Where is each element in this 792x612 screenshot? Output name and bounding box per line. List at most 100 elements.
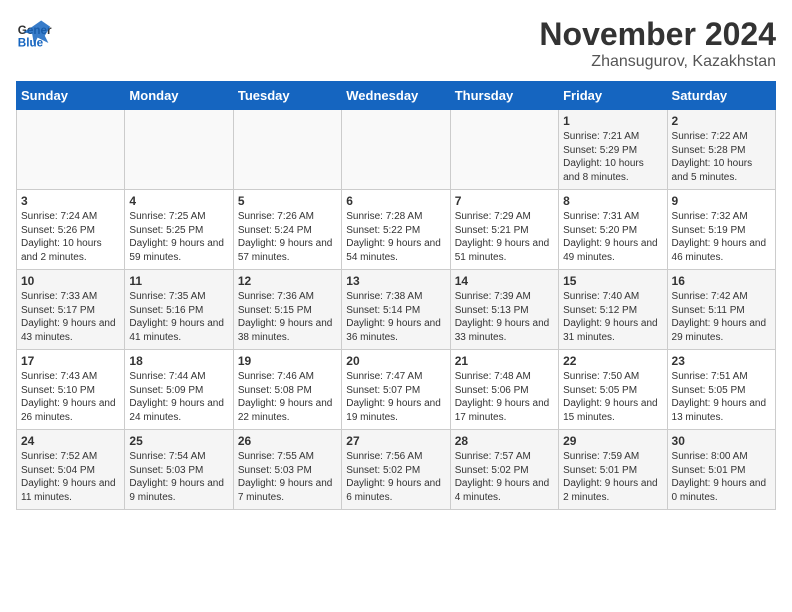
day-number: 7 bbox=[455, 194, 554, 208]
calendar-cell: 27 Sunrise: 7:56 AM Sunset: 5:02 PM Dayli… bbox=[342, 430, 450, 510]
day-number: 13 bbox=[346, 274, 445, 288]
calendar-cell: 20 Sunrise: 7:47 AM Sunset: 5:07 PM Dayli… bbox=[342, 350, 450, 430]
header-sunday: Sunday bbox=[17, 82, 125, 110]
calendar-cell: 5 Sunrise: 7:26 AM Sunset: 5:24 PM Daylig… bbox=[233, 190, 341, 270]
calendar-cell: 8Sunrise: 7:31 AM Sunset: 5:20 PM Daylig… bbox=[559, 190, 667, 270]
day-info: Sunrise: 7:24 AM Sunset: 5:26 PM Dayligh… bbox=[21, 210, 120, 264]
day-number: 23 bbox=[672, 354, 771, 368]
day-number: 2 bbox=[672, 114, 771, 128]
calendar-cell: 16 Sunrise: 7:42 AM Sunset: 5:11 PM Dayli… bbox=[667, 270, 775, 350]
calendar-cell bbox=[233, 110, 341, 190]
day-number: 9 bbox=[672, 194, 771, 208]
calendar-cell: 19 Sunrise: 7:46 AM Sunset: 5:08 PM Dayli… bbox=[233, 350, 341, 430]
calendar-cell: 29 Sunrise: 7:59 AM Sunset: 5:01 PM Dayli… bbox=[559, 430, 667, 510]
day-number: 28 bbox=[455, 434, 554, 448]
calendar-table: SundayMondayTuesdayWednesdayThursdayFrid… bbox=[16, 81, 776, 510]
day-info: Sunrise: 7:39 AM Sunset: 5:13 PM Dayligh… bbox=[455, 290, 554, 344]
calendar-cell bbox=[125, 110, 233, 190]
calendar-cell bbox=[17, 110, 125, 190]
day-number: 21 bbox=[455, 354, 554, 368]
calendar-cell bbox=[450, 110, 558, 190]
calendar-cell: 10 Sunrise: 7:33 AM Sunset: 5:17 PM Dayli… bbox=[17, 270, 125, 350]
calendar-cell: 22 Sunrise: 7:50 AM Sunset: 5:05 PM Dayli… bbox=[559, 350, 667, 430]
day-info: Sunrise: 7:59 AM Sunset: 5:01 PM Dayligh… bbox=[563, 450, 662, 504]
day-number: 6 bbox=[346, 194, 445, 208]
day-number: 1 bbox=[563, 114, 662, 128]
day-number: 24 bbox=[21, 434, 120, 448]
day-info: Sunrise: 7:26 AM Sunset: 5:24 PM Dayligh… bbox=[238, 210, 337, 264]
day-info: Sunrise: 7:44 AM Sunset: 5:09 PM Dayligh… bbox=[129, 370, 228, 424]
day-info: Sunrise: 7:47 AM Sunset: 5:07 PM Dayligh… bbox=[346, 370, 445, 424]
day-number: 12 bbox=[238, 274, 337, 288]
calendar-cell: 6Sunrise: 7:28 AM Sunset: 5:22 PM Daylig… bbox=[342, 190, 450, 270]
header-saturday: Saturday bbox=[667, 82, 775, 110]
calendar-cell: 11 Sunrise: 7:35 AM Sunset: 5:16 PM Dayli… bbox=[125, 270, 233, 350]
day-info: Sunrise: 7:54 AM Sunset: 5:03 PM Dayligh… bbox=[129, 450, 228, 504]
calendar-week-2: 10 Sunrise: 7:33 AM Sunset: 5:17 PM Dayli… bbox=[17, 270, 776, 350]
day-info: Sunrise: 7:32 AM Sunset: 5:19 PM Dayligh… bbox=[672, 210, 771, 264]
day-number: 5 bbox=[238, 194, 337, 208]
header-friday: Friday bbox=[559, 82, 667, 110]
day-info: Sunrise: 7:43 AM Sunset: 5:10 PM Dayligh… bbox=[21, 370, 120, 424]
day-info: Sunrise: 7:56 AM Sunset: 5:02 PM Dayligh… bbox=[346, 450, 445, 504]
header-wednesday: Wednesday bbox=[342, 82, 450, 110]
day-number: 29 bbox=[563, 434, 662, 448]
day-info: Sunrise: 7:55 AM Sunset: 5:03 PM Dayligh… bbox=[238, 450, 337, 504]
day-info: Sunrise: 7:36 AM Sunset: 5:15 PM Dayligh… bbox=[238, 290, 337, 344]
day-info: Sunrise: 7:21 AM Sunset: 5:29 PM Dayligh… bbox=[563, 130, 662, 184]
day-number: 22 bbox=[563, 354, 662, 368]
calendar-header-row: SundayMondayTuesdayWednesdayThursdayFrid… bbox=[17, 82, 776, 110]
calendar-cell: 12 Sunrise: 7:36 AM Sunset: 5:15 PM Dayli… bbox=[233, 270, 341, 350]
calendar-cell: 3Sunrise: 7:24 AM Sunset: 5:26 PM Daylig… bbox=[17, 190, 125, 270]
location-title: Zhansugurov, Kazakhstan bbox=[539, 53, 776, 71]
calendar-cell: 4Sunrise: 7:25 AM Sunset: 5:25 PM Daylig… bbox=[125, 190, 233, 270]
calendar-cell: 15Sunrise: 7:40 AM Sunset: 5:12 PM Dayli… bbox=[559, 270, 667, 350]
day-number: 18 bbox=[129, 354, 228, 368]
day-number: 20 bbox=[346, 354, 445, 368]
calendar-cell: 21 Sunrise: 7:48 AM Sunset: 5:06 PM Dayli… bbox=[450, 350, 558, 430]
day-info: Sunrise: 7:48 AM Sunset: 5:06 PM Dayligh… bbox=[455, 370, 554, 424]
calendar-week-3: 17 Sunrise: 7:43 AM Sunset: 5:10 PM Dayli… bbox=[17, 350, 776, 430]
header-tuesday: Tuesday bbox=[233, 82, 341, 110]
day-number: 19 bbox=[238, 354, 337, 368]
day-number: 16 bbox=[672, 274, 771, 288]
calendar-cell: 23 Sunrise: 7:51 AM Sunset: 5:05 PM Dayli… bbox=[667, 350, 775, 430]
day-number: 11 bbox=[129, 274, 228, 288]
day-info: Sunrise: 7:46 AM Sunset: 5:08 PM Dayligh… bbox=[238, 370, 337, 424]
day-info: Sunrise: 7:33 AM Sunset: 5:17 PM Dayligh… bbox=[21, 290, 120, 344]
calendar-cell: 30Sunrise: 8:00 AM Sunset: 5:01 PM Dayli… bbox=[667, 430, 775, 510]
day-info: Sunrise: 7:22 AM Sunset: 5:28 PM Dayligh… bbox=[672, 130, 771, 184]
calendar-cell: 13Sunrise: 7:38 AM Sunset: 5:14 PM Dayli… bbox=[342, 270, 450, 350]
day-info: Sunrise: 7:51 AM Sunset: 5:05 PM Dayligh… bbox=[672, 370, 771, 424]
calendar-cell: 7 Sunrise: 7:29 AM Sunset: 5:21 PM Daylig… bbox=[450, 190, 558, 270]
day-number: 17 bbox=[21, 354, 120, 368]
calendar-cell: 17 Sunrise: 7:43 AM Sunset: 5:10 PM Dayli… bbox=[17, 350, 125, 430]
calendar-week-4: 24 Sunrise: 7:52 AM Sunset: 5:04 PM Dayli… bbox=[17, 430, 776, 510]
day-info: Sunrise: 7:31 AM Sunset: 5:20 PM Dayligh… bbox=[563, 210, 662, 264]
header: General Blue November 2024 Zhansugurov, … bbox=[16, 16, 776, 71]
day-number: 26 bbox=[238, 434, 337, 448]
calendar-cell bbox=[342, 110, 450, 190]
day-number: 4 bbox=[129, 194, 228, 208]
day-info: Sunrise: 7:57 AM Sunset: 5:02 PM Dayligh… bbox=[455, 450, 554, 504]
calendar-week-1: 3Sunrise: 7:24 AM Sunset: 5:26 PM Daylig… bbox=[17, 190, 776, 270]
day-info: Sunrise: 7:50 AM Sunset: 5:05 PM Dayligh… bbox=[563, 370, 662, 424]
day-info: Sunrise: 7:52 AM Sunset: 5:04 PM Dayligh… bbox=[21, 450, 120, 504]
calendar-cell: 2 Sunrise: 7:22 AM Sunset: 5:28 PM Daylig… bbox=[667, 110, 775, 190]
day-info: Sunrise: 7:42 AM Sunset: 5:11 PM Dayligh… bbox=[672, 290, 771, 344]
calendar-cell: 1 Sunrise: 7:21 AM Sunset: 5:29 PM Daylig… bbox=[559, 110, 667, 190]
title-area: November 2024 Zhansugurov, Kazakhstan bbox=[539, 16, 776, 71]
day-info: Sunrise: 7:40 AM Sunset: 5:12 PM Dayligh… bbox=[563, 290, 662, 344]
day-info: Sunrise: 7:35 AM Sunset: 5:16 PM Dayligh… bbox=[129, 290, 228, 344]
day-info: Sunrise: 7:29 AM Sunset: 5:21 PM Dayligh… bbox=[455, 210, 554, 264]
header-monday: Monday bbox=[125, 82, 233, 110]
header-thursday: Thursday bbox=[450, 82, 558, 110]
calendar-cell: 28 Sunrise: 7:57 AM Sunset: 5:02 PM Dayli… bbox=[450, 430, 558, 510]
calendar-cell: 25Sunrise: 7:54 AM Sunset: 5:03 PM Dayli… bbox=[125, 430, 233, 510]
day-number: 10 bbox=[21, 274, 120, 288]
day-number: 30 bbox=[672, 434, 771, 448]
day-number: 14 bbox=[455, 274, 554, 288]
day-number: 27 bbox=[346, 434, 445, 448]
calendar-week-0: 1 Sunrise: 7:21 AM Sunset: 5:29 PM Daylig… bbox=[17, 110, 776, 190]
calendar-cell: 24 Sunrise: 7:52 AM Sunset: 5:04 PM Dayli… bbox=[17, 430, 125, 510]
